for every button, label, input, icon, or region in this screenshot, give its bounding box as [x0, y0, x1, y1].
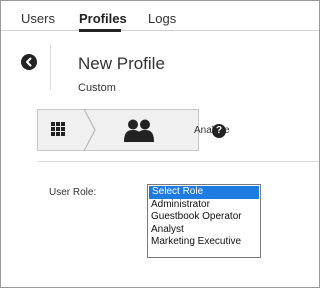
- app-window: Users Profiles Logs New Profile Custom ?…: [0, 0, 320, 288]
- page-subtitle: Custom: [78, 82, 116, 94]
- header-divider: [50, 45, 51, 90]
- role-option-guestbook-operator[interactable]: Guestbook Operator: [148, 211, 260, 224]
- users-icon: [124, 119, 154, 142]
- breadcrumb-item-analyze[interactable]: Analyze: [112, 110, 230, 150]
- role-option-analyst[interactable]: Analyst: [148, 224, 260, 237]
- tab-users[interactable]: Users: [21, 11, 55, 26]
- back-button[interactable]: [21, 54, 37, 70]
- tab-bar: Users Profiles Logs: [1, 1, 319, 32]
- page-title: New Profile: [78, 54, 165, 73]
- user-role-listbox[interactable]: Select Role Administrator Guestbook Oper…: [147, 184, 261, 258]
- breadcrumb: Analyze: [37, 109, 230, 151]
- role-option-marketing-executive[interactable]: Marketing Executive: [148, 236, 260, 249]
- breadcrumb-separator-icon: [83, 109, 96, 151]
- chevron-left-icon: [26, 57, 32, 67]
- help-icon[interactable]: ?: [212, 124, 226, 138]
- tab-logs[interactable]: Logs: [148, 11, 176, 26]
- tab-profiles[interactable]: Profiles: [79, 11, 127, 26]
- user-role-label: User Role:: [49, 187, 97, 198]
- grid-icon: [51, 122, 65, 136]
- role-option-select-role[interactable]: Select Role: [149, 186, 259, 199]
- active-tab-indicator: [79, 29, 121, 32]
- breadcrumb-home-button[interactable]: [38, 110, 84, 150]
- role-option-administrator[interactable]: Administrator: [148, 199, 260, 212]
- section-divider: [37, 161, 319, 162]
